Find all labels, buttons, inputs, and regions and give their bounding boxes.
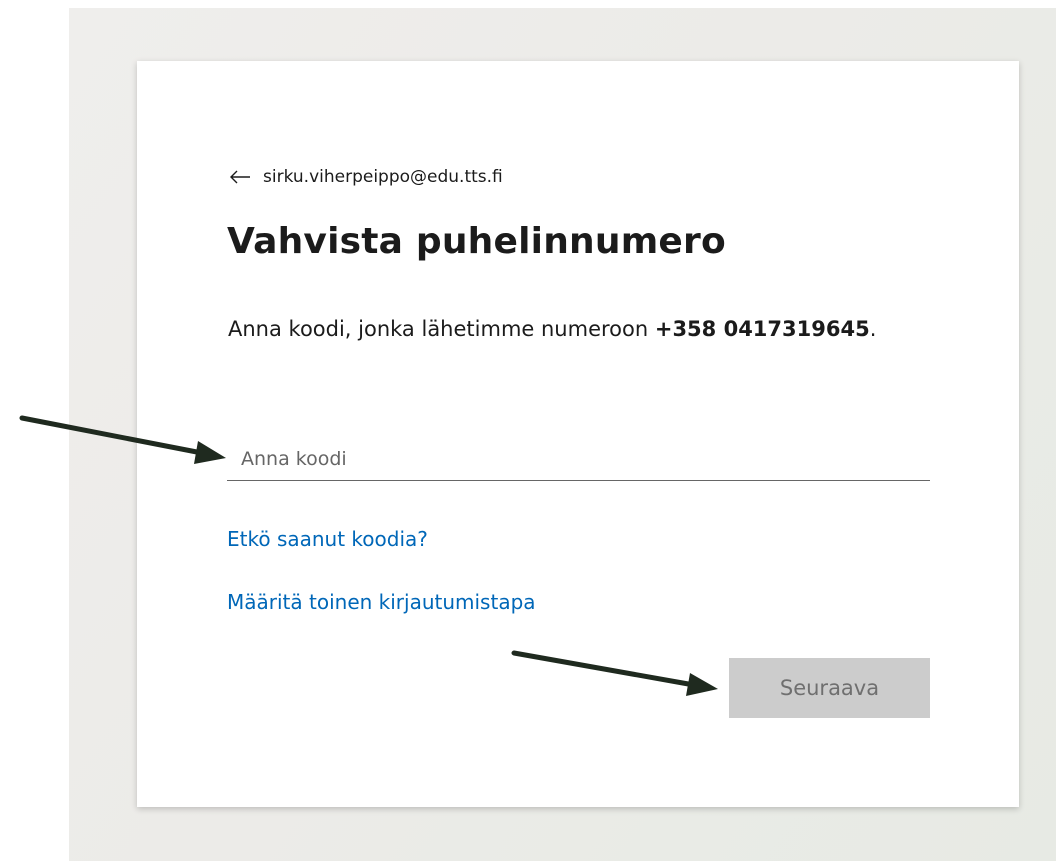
- other-sign-in-method-link[interactable]: Määritä toinen kirjautumistapa: [227, 590, 536, 614]
- didnt-get-code-link[interactable]: Etkö saanut koodia?: [227, 527, 428, 551]
- phone-number: +358 0417319645: [654, 317, 870, 341]
- description-text: Anna koodi, jonka lähetimme numeroon +35…: [228, 313, 878, 346]
- identity-banner[interactable]: sirku.viherpeippo@edu.tts.fi: [229, 163, 503, 191]
- description-text-before: Anna koodi, jonka lähetimme numeroon: [228, 317, 655, 341]
- back-arrow-icon[interactable]: [229, 167, 255, 187]
- code-input[interactable]: [227, 437, 930, 481]
- next-button[interactable]: Seuraava: [729, 658, 930, 718]
- page-title: Vahvista puhelinnumero: [227, 221, 726, 262]
- description-text-after: .: [869, 317, 877, 341]
- sign-in-card: sirku.viherpeippo@edu.tts.fi Vahvista pu…: [137, 61, 1019, 807]
- identity-email: sirku.viherpeippo@edu.tts.fi: [263, 167, 503, 187]
- screenshot-stage: sirku.viherpeippo@edu.tts.fi Vahvista pu…: [0, 0, 1056, 861]
